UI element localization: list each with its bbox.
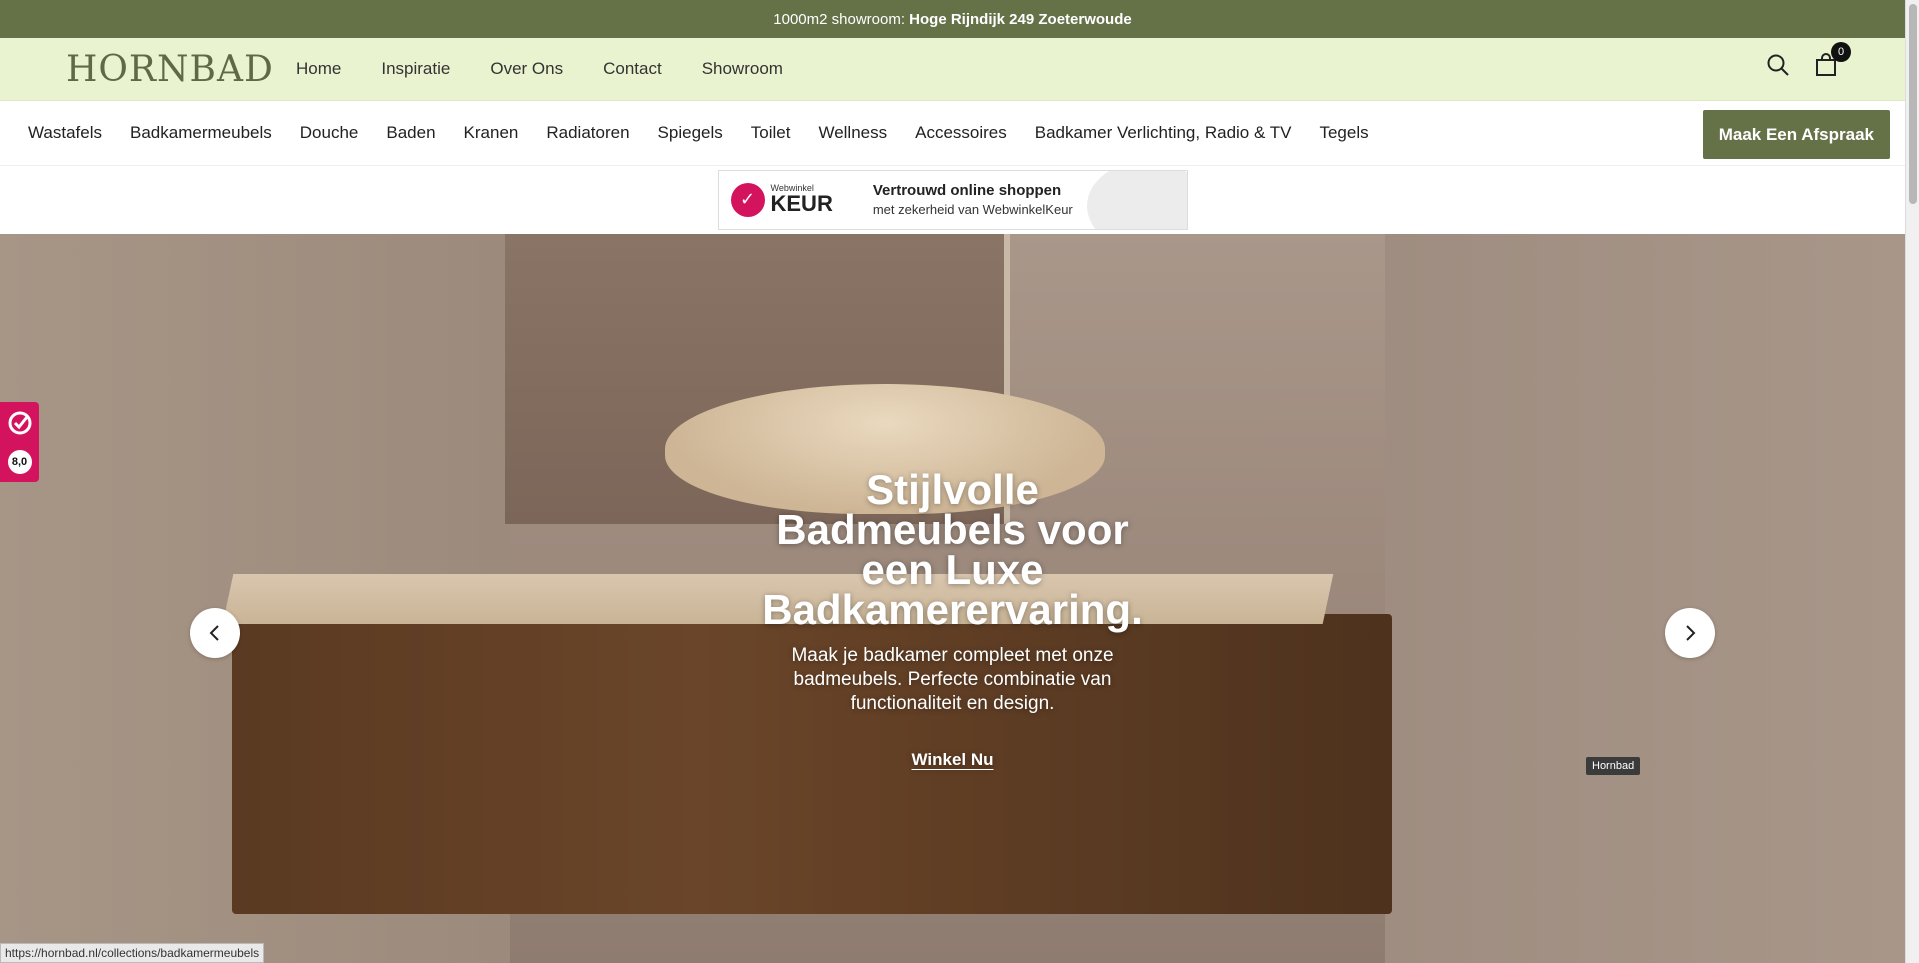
announcement-prefix: 1000m2 showroom:: [773, 10, 905, 28]
site-header: HORNBAD Home Inspiratie Over Ons Contact…: [0, 38, 1905, 101]
slider-next-button[interactable]: [1665, 608, 1715, 658]
hero-content: Stijlvolle Badmeubels voor een Luxe Badk…: [0, 466, 1905, 770]
appointment-button[interactable]: Maak Een Afspraak: [1702, 110, 1890, 159]
banner-decoration: [1086, 170, 1187, 229]
category-toilet[interactable]: Toilet: [751, 123, 791, 143]
nav-inspiratie[interactable]: Inspiratie: [381, 59, 450, 79]
nav-over-ons[interactable]: Over Ons: [490, 59, 563, 79]
main-nav: Home Inspiratie Over Ons Contact Showroo…: [296, 59, 823, 79]
category-badkamermeubels[interactable]: Badkamermeubels: [130, 123, 272, 143]
announcement-address[interactable]: Hoge Rijndijk 249 Zoeterwoude: [909, 11, 1132, 28]
chevron-right-icon: [1686, 625, 1696, 641]
cart-count-badge: 0: [1831, 42, 1851, 62]
scrollbar-thumb[interactable]: [1909, 4, 1917, 204]
slider-prev-button[interactable]: [190, 608, 240, 658]
category-spiegels[interactable]: Spiegels: [658, 123, 723, 143]
webwinkelkeur-banner[interactable]: ✓ Webwinkel KEUR Vertrouwd online shoppe…: [717, 169, 1188, 230]
logo[interactable]: HORNBAD: [66, 49, 296, 90]
checkmark-icon: ✓: [730, 182, 765, 217]
cart-icon[interactable]: 0: [1813, 42, 1851, 78]
category-douche[interactable]: Douche: [300, 123, 359, 143]
rating-score: 8,0: [7, 449, 32, 474]
category-kranen[interactable]: Kranen: [464, 123, 519, 143]
search-icon[interactable]: [1765, 52, 1791, 78]
nav-home[interactable]: Home: [296, 59, 341, 79]
rating-check-icon: [7, 410, 33, 441]
image-tag: Hornbad: [1586, 757, 1641, 775]
status-bar-url: https://hornbad.nl/collections/badkamerm…: [0, 943, 265, 963]
page-scrollbar[interactable]: [1905, 0, 1919, 963]
category-tegels[interactable]: Tegels: [1319, 123, 1368, 143]
webwinkelkeur-logo: ✓ Webwinkel KEUR: [730, 182, 833, 217]
logo-big-text: KEUR: [770, 191, 833, 216]
trust-title: Vertrouwd online shoppen: [872, 181, 1062, 199]
chevron-left-icon: [209, 625, 219, 641]
header-icons: 0: [1765, 42, 1851, 78]
category-nav: Wastafels Badkamermeubels Douche Baden K…: [0, 101, 1905, 166]
announcement-bar: 1000m2 showroom: Hoge Rijndijk 249 Zoete…: [0, 0, 1905, 38]
category-radiatoren[interactable]: Radiatoren: [546, 123, 629, 143]
trust-subtitle: met zekerheid van WebwinkelKeur: [872, 201, 1073, 217]
hero-slider: Stijlvolle Badmeubels voor een Luxe Badk…: [0, 234, 1905, 963]
category-wellness[interactable]: Wellness: [818, 123, 887, 143]
hero-text: Maak je badkamer compleet met onze badme…: [791, 645, 1114, 714]
hero-title: Stijlvolle Badmeubels voor een Luxe Badk…: [762, 466, 1143, 633]
category-verlichting[interactable]: Badkamer Verlichting, Radio & TV: [1035, 123, 1292, 143]
nav-contact[interactable]: Contact: [603, 59, 662, 79]
webwinkelkeur-rating-badge[interactable]: 8,0: [0, 402, 39, 482]
category-accessoires[interactable]: Accessoires: [915, 123, 1007, 143]
category-baden[interactable]: Baden: [386, 123, 435, 143]
nav-showroom[interactable]: Showroom: [702, 59, 783, 79]
shop-now-link[interactable]: Winkel Nu: [911, 750, 993, 770]
trust-row: ✓ Webwinkel KEUR Vertrouwd online shoppe…: [0, 166, 1905, 233]
category-wastafels[interactable]: Wastafels: [28, 123, 102, 143]
